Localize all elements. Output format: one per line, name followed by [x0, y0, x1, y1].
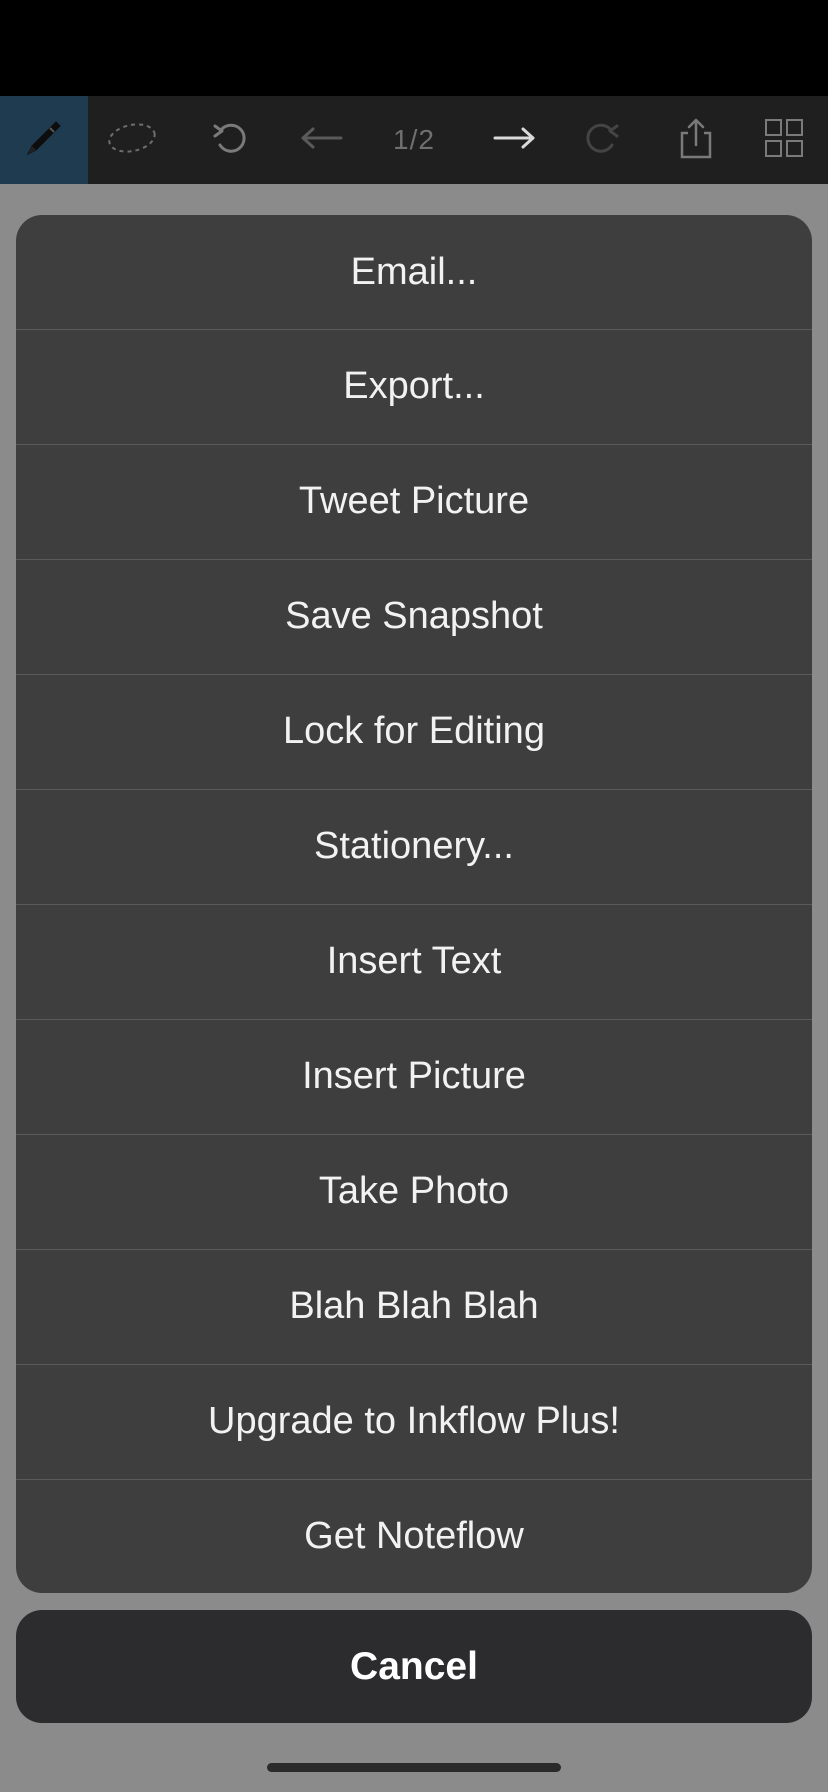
action-get-noteflow-label: Get Noteflow [304, 1515, 524, 1557]
action-blah-blah-blah[interactable]: Blah Blah Blah [16, 1249, 812, 1363]
action-take-photo[interactable]: Take Photo [16, 1134, 812, 1248]
action-tweet-picture[interactable]: Tweet Picture [16, 444, 812, 558]
toolbar: 1/2 [0, 96, 828, 184]
action-insert-picture-label: Insert Picture [302, 1055, 526, 1097]
next-page-button[interactable] [488, 96, 542, 184]
action-email[interactable]: Email... [16, 215, 812, 329]
action-save-snapshot[interactable]: Save Snapshot [16, 559, 812, 673]
action-upgrade-inkflow-plus[interactable]: Upgrade to Inkflow Plus! [16, 1364, 812, 1478]
page-indicator: 1/2 [380, 96, 448, 184]
action-save-snapshot-label: Save Snapshot [285, 595, 543, 637]
action-tweet-picture-label: Tweet Picture [298, 480, 530, 522]
pen-tool-button[interactable] [0, 96, 88, 184]
redo-icon [581, 118, 621, 163]
page-indicator-text: 1/2 [393, 124, 435, 155]
share-icon [679, 117, 713, 164]
previous-page-button[interactable] [294, 96, 348, 184]
action-upgrade-inkflow-plus-label: Upgrade to Inkflow Plus! [208, 1400, 620, 1442]
share-button[interactable] [672, 96, 720, 184]
cancel-button[interactable]: Cancel [16, 1610, 812, 1723]
action-stationery[interactable]: Stationery... [16, 789, 812, 903]
action-insert-text-label: Insert Text [326, 940, 502, 982]
action-stationery-label: Stationery... [314, 825, 514, 867]
pen-icon [22, 116, 66, 165]
lasso-icon [105, 118, 159, 163]
action-lock-for-editing[interactable]: Lock for Editing [16, 674, 812, 788]
action-email-label: Email... [350, 250, 478, 293]
status-bar [0, 0, 828, 96]
action-insert-text[interactable]: Insert Text [16, 904, 812, 1018]
page-grid-button[interactable] [760, 96, 808, 184]
cancel-button-label: Cancel [350, 1644, 478, 1688]
undo-button[interactable] [204, 96, 258, 184]
undo-icon [211, 118, 251, 163]
grid-icon [764, 118, 804, 163]
arrow-left-icon [299, 126, 343, 155]
action-export[interactable]: Export... [16, 329, 812, 443]
action-lock-for-editing-label: Lock for Editing [283, 710, 545, 752]
action-export-label: Export... [343, 365, 485, 407]
action-take-photo-label: Take Photo [318, 1170, 510, 1212]
redo-button[interactable] [574, 96, 628, 184]
home-indicator[interactable] [267, 1763, 561, 1772]
arrow-right-icon [493, 126, 537, 155]
action-insert-picture[interactable]: Insert Picture [16, 1019, 812, 1133]
action-blah-blah-blah-label: Blah Blah Blah [289, 1285, 539, 1327]
action-sheet: Email... Export... Tweet Picture Save Sn… [16, 215, 812, 1593]
lasso-tool-button[interactable] [100, 96, 164, 184]
action-get-noteflow[interactable]: Get Noteflow [16, 1479, 812, 1593]
